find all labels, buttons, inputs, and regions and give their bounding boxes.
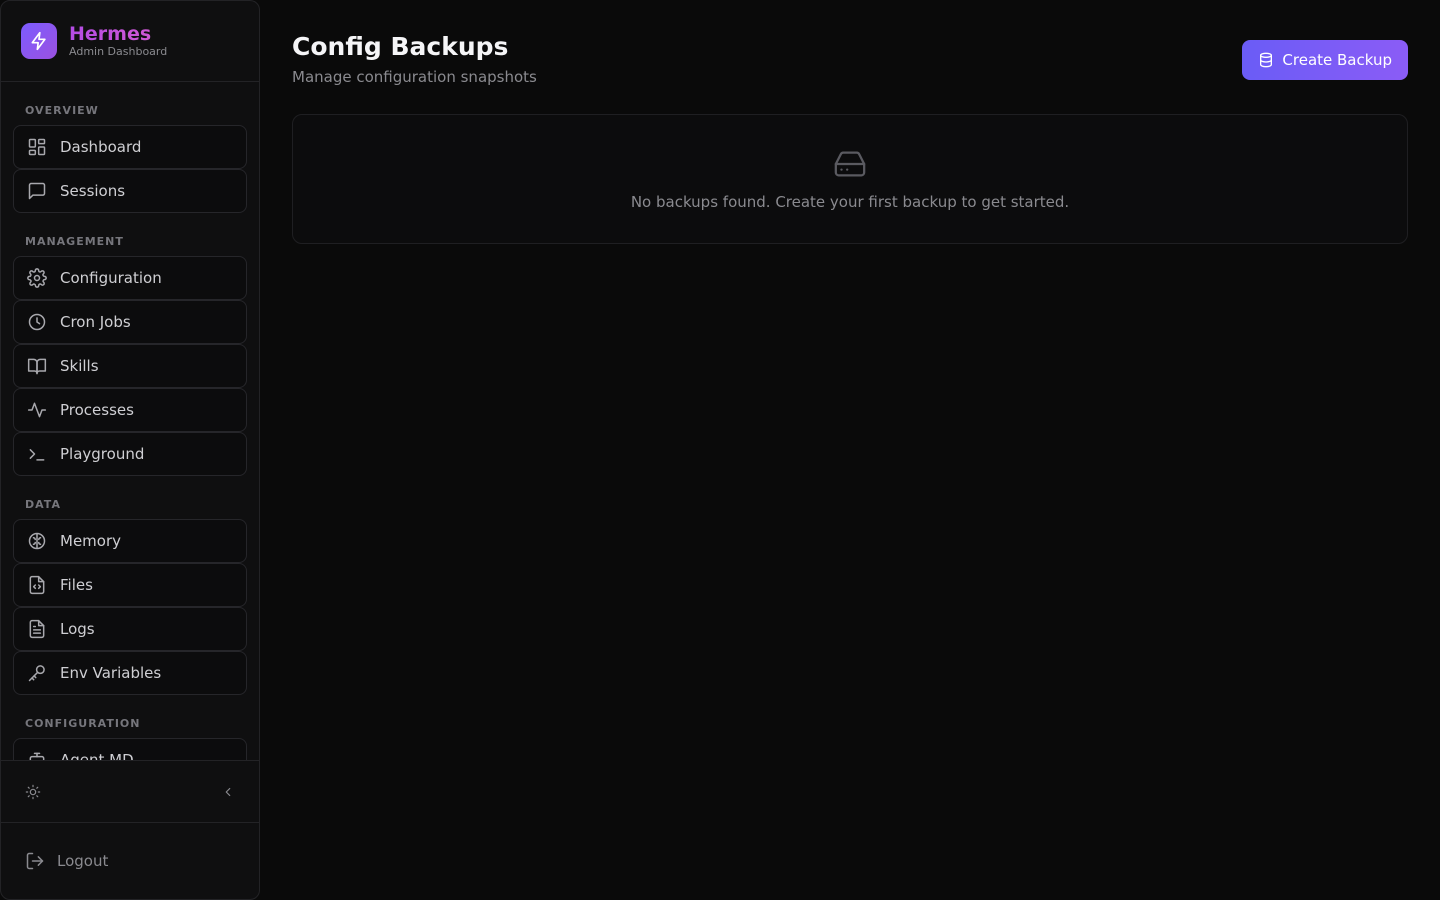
- message-square-icon: [26, 180, 48, 202]
- sidebar-item-label: Memory: [60, 532, 122, 550]
- sidebar-item-agent-md[interactable]: Agent MD: [13, 738, 247, 760]
- clock-icon: [26, 311, 48, 333]
- nav-section-management: MANAGEMENT: [25, 235, 124, 248]
- sidebar-item-processes[interactable]: Processes: [13, 388, 247, 432]
- activity-icon: [26, 399, 48, 421]
- bot-icon: [26, 749, 48, 760]
- sidebar-item-label: Sessions: [60, 182, 126, 200]
- empty-state-card: No backups found. Create your first back…: [292, 114, 1408, 244]
- page-title: Config Backups: [292, 32, 509, 61]
- sidebar-item-skills[interactable]: Skills: [13, 344, 247, 388]
- app-root: Hermes Admin Dashboard OVERVIEW Dashboar…: [0, 0, 1440, 900]
- lightning-icon: [21, 23, 57, 59]
- create-backup-button[interactable]: Create Backup: [1242, 40, 1408, 80]
- sidebar-item-files[interactable]: Files: [13, 563, 247, 607]
- sidebar-item-label: Playground: [60, 445, 145, 463]
- sidebar-item-env-variables[interactable]: Env Variables: [13, 651, 247, 695]
- database-icon: [1258, 52, 1274, 68]
- sidebar-item-label: Skills: [60, 357, 99, 375]
- sidebar-item-playground[interactable]: Playground: [13, 432, 247, 476]
- sidebar-item-label: Agent MD: [60, 751, 134, 760]
- nav-section-overview: OVERVIEW: [25, 104, 99, 117]
- empty-state-message: No backups found. Create your first back…: [630, 193, 1070, 211]
- terminal-icon: [26, 443, 48, 465]
- sidebar: Hermes Admin Dashboard OVERVIEW Dashboar…: [0, 0, 260, 900]
- brand-header: Hermes Admin Dashboard: [1, 1, 259, 82]
- sidebar-item-logs[interactable]: Logs: [13, 607, 247, 651]
- nav-section-configuration: CONFIGURATION: [25, 717, 141, 730]
- sidebar-item-label: Configuration: [60, 269, 162, 287]
- sidebar-controls: [1, 760, 259, 822]
- sidebar-item-sessions[interactable]: Sessions: [13, 169, 247, 213]
- key-icon: [26, 662, 48, 684]
- page-header: Config Backups Manage configuration snap…: [292, 32, 1408, 86]
- brand-subtitle: Admin Dashboard: [69, 45, 168, 58]
- brain-icon: [26, 530, 48, 552]
- sidebar-item-label: Dashboard: [60, 138, 142, 156]
- logout-label: Logout: [57, 852, 109, 870]
- file-text-icon: [26, 618, 48, 640]
- page-subtitle: Manage configuration snapshots: [292, 68, 537, 86]
- sidebar-item-label: Cron Jobs: [60, 313, 131, 331]
- book-icon: [26, 355, 48, 377]
- logout-button[interactable]: Logout: [1, 822, 259, 899]
- logout-icon: [25, 851, 45, 871]
- sun-icon[interactable]: [25, 784, 41, 800]
- sidebar-item-dashboard[interactable]: Dashboard: [13, 125, 247, 169]
- sidebar-item-memory[interactable]: Memory: [13, 519, 247, 563]
- sidebar-item-label: Env Variables: [60, 664, 162, 682]
- hard-drive-icon: [833, 147, 867, 181]
- sidebar-item-cron-jobs[interactable]: Cron Jobs: [13, 300, 247, 344]
- sidebar-item-label: Logs: [60, 620, 95, 638]
- chevron-left-icon[interactable]: [221, 785, 235, 799]
- main-content: Config Backups Manage configuration snap…: [260, 0, 1440, 900]
- sidebar-item-label: Files: [60, 576, 93, 594]
- sidebar-item-configuration[interactable]: Configuration: [13, 256, 247, 300]
- sidebar-item-label: Processes: [60, 401, 134, 419]
- brand-title: Hermes: [69, 23, 167, 45]
- file-code-icon: [26, 574, 48, 596]
- gear-icon: [26, 267, 48, 289]
- nav-section-data: DATA: [25, 498, 61, 511]
- grid-icon: [26, 136, 48, 158]
- sidebar-nav: OVERVIEW Dashboard Sessions MANAGEMENT C: [1, 82, 259, 760]
- create-backup-label: Create Backup: [1282, 51, 1392, 69]
